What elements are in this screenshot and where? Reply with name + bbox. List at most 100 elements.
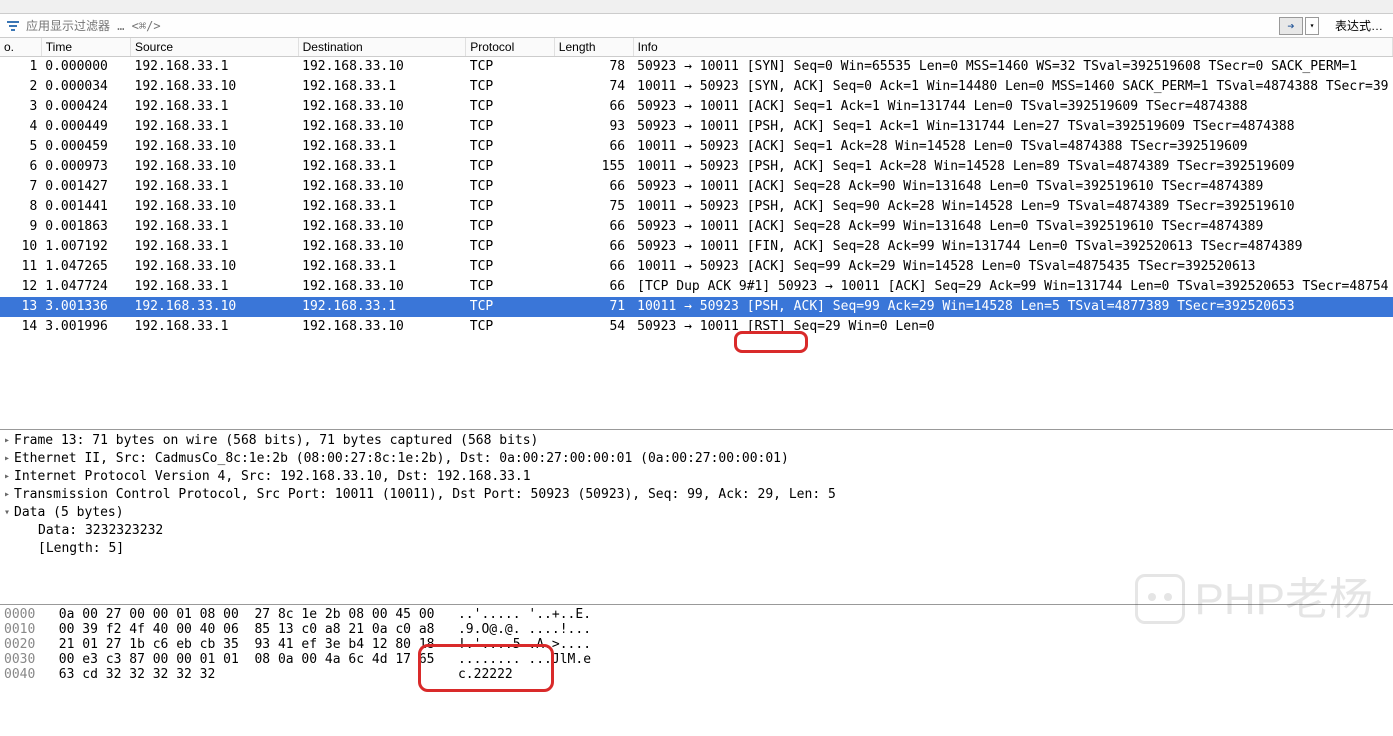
cell-destination: 192.168.33.1: [298, 197, 466, 217]
col-header-protocol[interactable]: Protocol: [466, 38, 555, 57]
cell-time: 0.000459: [41, 137, 130, 157]
packet-row[interactable]: 30.000424192.168.33.1192.168.33.10TCP665…: [0, 97, 1393, 117]
cell-protocol: TCP: [466, 277, 555, 297]
detail-line[interactable]: Data: 3232323232: [0, 522, 1393, 540]
detail-text: Internet Protocol Version 4, Src: 192.16…: [14, 468, 531, 486]
hex-offset: 0040: [4, 667, 35, 682]
cell-destination: 192.168.33.10: [298, 177, 466, 197]
packet-details-panel[interactable]: ▸Frame 13: 71 bytes on wire (568 bits), …: [0, 430, 1393, 605]
cell-destination: 192.168.33.10: [298, 217, 466, 237]
hex-offset: 0020: [4, 637, 35, 652]
cell-length: 71: [554, 297, 633, 317]
cell-info: 10011 → 50923 [PSH, ACK] Seq=1 Ack=28 Wi…: [633, 157, 1392, 177]
cell-no: 10: [0, 237, 41, 257]
cell-no: 14: [0, 317, 41, 337]
packet-row[interactable]: 20.000034192.168.33.10192.168.33.1TCP741…: [0, 77, 1393, 97]
cell-length: 66: [554, 97, 633, 117]
packet-row[interactable]: 111.047265192.168.33.10192.168.33.1TCP66…: [0, 257, 1393, 277]
packet-row[interactable]: 90.001863192.168.33.1192.168.33.10TCP665…: [0, 217, 1393, 237]
cell-protocol: TCP: [466, 177, 555, 197]
packet-row[interactable]: 70.001427192.168.33.1192.168.33.10TCP665…: [0, 177, 1393, 197]
cell-length: 66: [554, 237, 633, 257]
hex-offset: 0030: [4, 652, 35, 667]
packet-row[interactable]: 40.000449192.168.33.1192.168.33.10TCP935…: [0, 117, 1393, 137]
cell-source: 192.168.33.1: [131, 217, 299, 237]
cell-length: 66: [554, 277, 633, 297]
col-header-source[interactable]: Source: [131, 38, 299, 57]
cell-length: 66: [554, 137, 633, 157]
detail-line[interactable]: ▸Ethernet II, Src: CadmusCo_8c:1e:2b (08…: [0, 450, 1393, 468]
hex-ascii: !.'....5 .A.>....: [458, 637, 591, 652]
cell-length: 155: [554, 157, 633, 177]
hex-ascii: ..'..... '..+..E.: [458, 607, 591, 622]
cell-source: 192.168.33.10: [131, 197, 299, 217]
tree-toggle-icon[interactable]: ▾: [4, 504, 14, 522]
cell-no: 11: [0, 257, 41, 277]
cell-protocol: TCP: [466, 117, 555, 137]
detail-line[interactable]: ▾Data (5 bytes): [0, 504, 1393, 522]
detail-text: Data: 3232323232: [38, 522, 163, 540]
cell-time: 3.001336: [41, 297, 130, 317]
packet-row[interactable]: 10.000000192.168.33.1192.168.33.10TCP785…: [0, 57, 1393, 78]
hex-ascii: .9.O@.@. ....!...: [458, 622, 591, 637]
cell-protocol: TCP: [466, 57, 555, 78]
apply-filter-button[interactable]: ➔: [1279, 17, 1303, 35]
hex-dump-panel[interactable]: 0000 0a 00 27 00 00 01 08 00 27 8c 1e 2b…: [0, 605, 1393, 684]
cell-info: 10011 → 50923 [PSH, ACK] Seq=90 Ack=28 W…: [633, 197, 1392, 217]
col-header-time[interactable]: Time: [41, 38, 130, 57]
main-toolbar: [0, 0, 1393, 14]
col-header-destination[interactable]: Destination: [298, 38, 466, 57]
tree-toggle-icon[interactable]: ▸: [4, 486, 14, 504]
detail-line[interactable]: [Length: 5]: [0, 540, 1393, 558]
detail-line[interactable]: ▸Frame 13: 71 bytes on wire (568 bits), …: [0, 432, 1393, 450]
cell-no: 2: [0, 77, 41, 97]
filter-icon[interactable]: [4, 17, 22, 35]
cell-destination: 192.168.33.10: [298, 317, 466, 337]
cell-destination: 192.168.33.1: [298, 77, 466, 97]
filter-dropdown-button[interactable]: ▾: [1305, 17, 1319, 35]
cell-source: 192.168.33.10: [131, 157, 299, 177]
cell-info: 50923 → 10011 [ACK] Seq=1 Ack=1 Win=1317…: [633, 97, 1392, 117]
detail-line[interactable]: ▸Internet Protocol Version 4, Src: 192.1…: [0, 468, 1393, 486]
packet-row[interactable]: 133.001336192.168.33.10192.168.33.1TCP71…: [0, 297, 1393, 317]
hex-line[interactable]: 0040 63 cd 32 32 32 32 32 c.22222: [0, 667, 1393, 682]
packet-row[interactable]: 50.000459192.168.33.10192.168.33.1TCP661…: [0, 137, 1393, 157]
packet-row[interactable]: 101.007192192.168.33.1192.168.33.10TCP66…: [0, 237, 1393, 257]
cell-protocol: TCP: [466, 257, 555, 277]
packet-row[interactable]: 60.000973192.168.33.10192.168.33.1TCP155…: [0, 157, 1393, 177]
detail-line[interactable]: ▸Transmission Control Protocol, Src Port…: [0, 486, 1393, 504]
cell-source: 192.168.33.1: [131, 317, 299, 337]
tree-toggle-icon[interactable]: ▸: [4, 468, 14, 486]
expression-button[interactable]: 表达式…: [1329, 15, 1389, 36]
cell-protocol: TCP: [466, 77, 555, 97]
cell-time: 0.000000: [41, 57, 130, 78]
cell-destination: 192.168.33.1: [298, 297, 466, 317]
cell-source: 192.168.33.10: [131, 297, 299, 317]
cell-no: 6: [0, 157, 41, 177]
detail-text: Frame 13: 71 bytes on wire (568 bits), 7…: [14, 432, 538, 450]
cell-source: 192.168.33.10: [131, 77, 299, 97]
hex-line[interactable]: 0000 0a 00 27 00 00 01 08 00 27 8c 1e 2b…: [0, 607, 1393, 622]
col-header-info[interactable]: Info: [633, 38, 1392, 57]
packet-table[interactable]: o. Time Source Destination Protocol Leng…: [0, 38, 1393, 337]
cell-source: 192.168.33.1: [131, 237, 299, 257]
display-filter-input[interactable]: [22, 17, 1279, 35]
tree-toggle-icon[interactable]: ▸: [4, 432, 14, 450]
cell-time: 0.000424: [41, 97, 130, 117]
col-header-no[interactable]: o.: [0, 38, 41, 57]
hex-line[interactable]: 0020 21 01 27 1b c6 eb cb 35 93 41 ef 3e…: [0, 637, 1393, 652]
tree-toggle-icon[interactable]: ▸: [4, 450, 14, 468]
cell-time: 0.000973: [41, 157, 130, 177]
cell-info: 50923 → 10011 [SYN] Seq=0 Win=65535 Len=…: [633, 57, 1392, 78]
cell-time: 0.001427: [41, 177, 130, 197]
hex-line[interactable]: 0030 00 e3 c3 87 00 00 01 01 08 0a 00 4a…: [0, 652, 1393, 667]
cell-protocol: TCP: [466, 197, 555, 217]
cell-length: 66: [554, 217, 633, 237]
cell-info: 10011 → 50923 [ACK] Seq=1 Ack=28 Win=145…: [633, 137, 1392, 157]
col-header-length[interactable]: Length: [554, 38, 633, 57]
packet-row[interactable]: 80.001441192.168.33.10192.168.33.1TCP751…: [0, 197, 1393, 217]
hex-line[interactable]: 0010 00 39 f2 4f 40 00 40 06 85 13 c0 a8…: [0, 622, 1393, 637]
packet-row[interactable]: 143.001996192.168.33.1192.168.33.10TCP54…: [0, 317, 1393, 337]
packet-row[interactable]: 121.047724192.168.33.1192.168.33.10TCP66…: [0, 277, 1393, 297]
hex-offset: 0010: [4, 622, 35, 637]
